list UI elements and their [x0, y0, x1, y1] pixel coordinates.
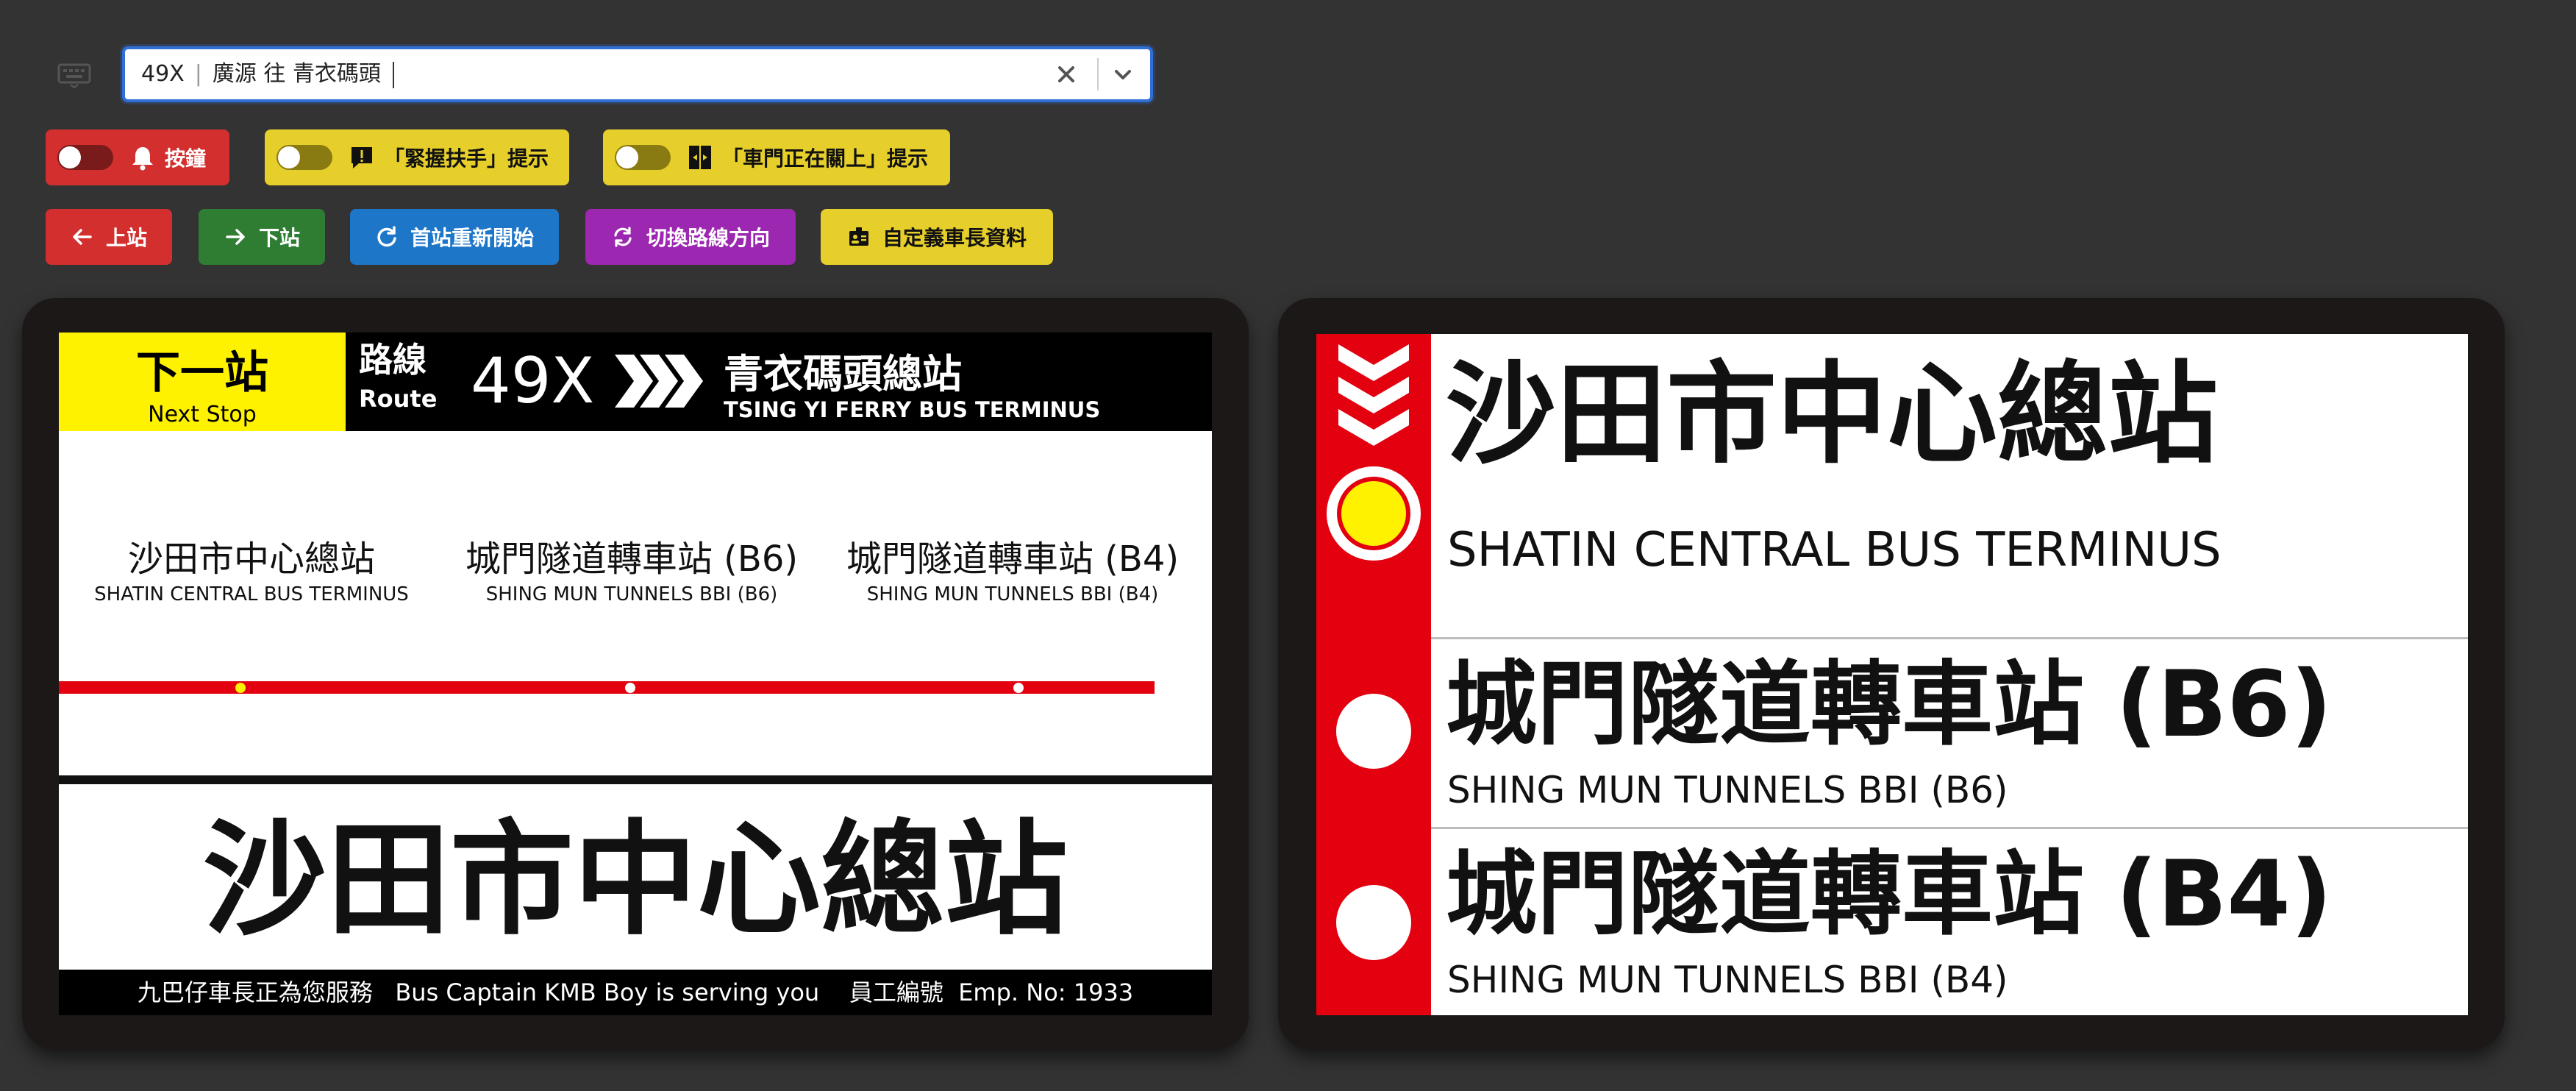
door-closing-toggle-label: 「車門正在關上」提示 [722, 146, 929, 171]
route-map-stop: 沙田市中心總站 SHATIN CENTRAL BUS TERMINUS [79, 537, 424, 608]
next-stop-box: 下一站 Next Stop [59, 333, 346, 431]
stop-row-divider [1431, 827, 2468, 829]
route-track-line [59, 681, 1155, 694]
captain-footer: 九巴仔車長正為您服務 Bus Captain KMB Boy is servin… [59, 970, 1212, 1015]
route-map-stop-en: SHATIN CENTRAL BUS TERMINUS [94, 583, 409, 605]
route-number: 49X [471, 344, 595, 418]
text-caret [392, 61, 394, 88]
current-stop-marker [235, 683, 246, 693]
select-divider [1097, 58, 1099, 90]
route-select[interactable]: 49X | 廣源 往 青衣碼頭 [122, 46, 1153, 102]
right-stop-zh: 城門隧道轉車站 (B6) [1446, 652, 2333, 758]
exclamation-message-icon [352, 147, 372, 168]
right-stop-en: SHING MUN TUNNELS BBI (B4) [1447, 959, 2008, 1001]
route-select-destination: 青衣碼頭 [292, 61, 381, 87]
route-map-stop-en: SHING MUN TUNNELS BBI (B4) [866, 583, 1159, 605]
next-stop-label: 下站 [258, 226, 300, 250]
right-stop-en: SHATIN CENTRAL BUS TERMINUS [1447, 523, 2222, 578]
next-stop-button[interactable]: 下站 [199, 209, 325, 265]
hold-handrail-toggle[interactable]: 「緊握扶手」提示 [265, 129, 569, 185]
route-select-origin: 廣源 [212, 61, 257, 87]
route-map-stop-zh: 城門隧道轉車站 (B4) [846, 539, 1180, 580]
arrow-right-icon [226, 229, 245, 245]
left-sign-separator [59, 775, 1212, 784]
route-label-en: Route [359, 385, 438, 413]
clear-icon[interactable] [1053, 61, 1080, 88]
restart-label: 首站重新開始 [410, 226, 534, 250]
stop-marker [1336, 694, 1411, 769]
right-stop-zh: 沙田市中心總站 [1446, 351, 2219, 479]
next-stop-zh: 下一站 [136, 347, 268, 399]
hold-handrail-toggle-switch[interactable] [276, 145, 332, 170]
bell-toggle[interactable]: 按鐘 [46, 129, 229, 185]
bell-toggle-switch[interactable] [57, 145, 113, 170]
stop-row-divider [1431, 637, 2468, 639]
door-closing-icon [689, 146, 711, 169]
prev-stop-button[interactable]: 上站 [46, 209, 172, 265]
prev-stop-label: 上站 [105, 226, 147, 250]
route-label: 路線 Route [359, 340, 437, 413]
right-stop-en: SHING MUN TUNNELS BBI (B6) [1447, 769, 2008, 811]
stop-marker [1336, 885, 1411, 960]
route-map-stop: 城門隧道轉車站 (B4) SHING MUN TUNNELS BBI (B4) [840, 537, 1185, 608]
direction-chevrons-icon [615, 355, 703, 408]
door-closing-toggle-switch[interactable] [615, 145, 671, 170]
route-map-stop-zh: 城門隧道轉車站 (B6) [465, 539, 799, 580]
custom-captain-button[interactable]: 自定義車長資料 [821, 209, 1053, 265]
route-select-value: 49X | 廣源 往 青衣碼頭 [141, 49, 394, 99]
route-select-number: 49X [141, 61, 185, 87]
chevron-down-icon[interactable] [1110, 63, 1135, 88]
route-map-stop: 城門隧道轉車站 (B6) SHING MUN TUNNELS BBI (B6) [459, 537, 804, 608]
hold-handrail-toggle-label: 「緊握扶手」提示 [384, 146, 549, 171]
route-select-via: 往 [263, 61, 286, 87]
route-label-zh: 路線 [359, 340, 427, 380]
stop-marker [625, 683, 635, 693]
restart-icon [377, 226, 396, 247]
down-chevrons-icon [1338, 344, 1409, 446]
next-stop-en: Next Stop [148, 402, 257, 427]
bell-icon [132, 147, 153, 171]
arrow-left-icon [73, 229, 92, 245]
door-closing-toggle[interactable]: 「車門正在關上」提示 [603, 129, 950, 185]
switch-direction-button[interactable]: 切換路線方向 [585, 209, 796, 265]
bell-toggle-label: 按鐘 [165, 146, 207, 171]
keyboard-icon[interactable] [57, 62, 91, 88]
stop-marker [1013, 683, 1024, 693]
route-map-stop-en: SHING MUN TUNNELS BBI (B6) [485, 583, 778, 605]
sync-icon [614, 227, 632, 247]
destination-zh: 青衣碼頭總站 [724, 351, 962, 397]
destination-en: TSING YI FERRY BUS TERMINUS [724, 397, 1101, 422]
route-map-stop-zh: 沙田市中心總站 [127, 539, 375, 580]
custom-captain-label: 自定義車長資料 [882, 226, 1027, 250]
restart-button[interactable]: 首站重新開始 [350, 209, 559, 265]
id-badge-icon [849, 227, 868, 246]
current-stop-marker [1327, 466, 1421, 561]
right-stop-zh: 城門隧道轉車站 (B4) [1446, 842, 2333, 948]
current-stop-panel: 沙田市中心總站 [59, 784, 1212, 970]
current-stop-zh: 沙田市中心總站 [203, 808, 1068, 952]
switch-direction-label: 切換路線方向 [646, 226, 770, 250]
